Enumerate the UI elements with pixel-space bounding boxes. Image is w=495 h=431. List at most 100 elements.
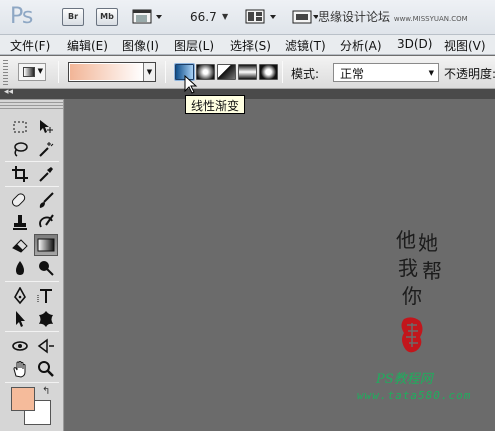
eyedropper-icon xyxy=(39,167,53,182)
tools-divider xyxy=(5,281,59,282)
magnifier-icon xyxy=(38,361,54,377)
type-icon xyxy=(37,289,52,303)
menu-3d[interactable]: 3D(D) xyxy=(397,37,432,51)
shape-icon xyxy=(39,311,53,327)
menu-layer[interactable]: 图层(L) xyxy=(174,37,214,54)
reflected-gradient-button[interactable] xyxy=(238,64,257,80)
eraser-icon xyxy=(12,239,28,253)
spot-healing-tool[interactable] xyxy=(8,189,32,211)
filmstrip-icon xyxy=(132,9,162,24)
red-seal-stamp xyxy=(401,317,423,353)
brush-tool[interactable] xyxy=(34,189,58,211)
gradient-icon xyxy=(37,238,55,252)
menu-select[interactable]: 选择(S) xyxy=(230,37,271,54)
hand-tool[interactable] xyxy=(8,358,32,380)
angle-gradient-button[interactable] xyxy=(217,64,236,80)
foreground-color-swatch[interactable] xyxy=(11,387,35,411)
options-bar: ▼ ▼ 模式: 正常 ▼ 不透明度: xyxy=(0,56,495,89)
blur-tool[interactable] xyxy=(8,257,32,279)
magic-wand-icon xyxy=(39,142,54,157)
menu-filter[interactable]: 滤镜(T) xyxy=(285,37,326,54)
lasso-tool[interactable] xyxy=(8,138,32,160)
tools-panel-grip[interactable] xyxy=(0,99,63,109)
brush-icon xyxy=(39,192,54,208)
3d-orbit-tool[interactable] xyxy=(34,335,58,357)
calligraphy-char: 你 xyxy=(402,284,422,308)
photoshop-logo: Ps xyxy=(10,4,33,29)
site-name-watermark: PS教程网 xyxy=(376,372,433,387)
magic-wand-tool[interactable] xyxy=(34,138,58,160)
screen-mode-button[interactable] xyxy=(292,9,319,25)
clone-stamp-tool[interactable] xyxy=(8,211,32,233)
tools-panel xyxy=(0,99,64,431)
move-tool[interactable] xyxy=(34,116,58,138)
chevron-down-icon: ▼ xyxy=(37,67,43,75)
custom-shape-tool[interactable] xyxy=(34,308,58,330)
tools-divider xyxy=(5,331,59,332)
collapse-panel-icon[interactable]: ◂◂ xyxy=(4,87,13,97)
hand-icon xyxy=(13,361,26,378)
type-tool[interactable] xyxy=(34,285,58,307)
divider xyxy=(58,61,59,83)
menu-view[interactable]: 视图(V) xyxy=(444,37,486,54)
crop-tool[interactable] xyxy=(8,163,32,185)
rectangular-marquee-tool[interactable] xyxy=(8,116,32,138)
calligraphy-char: 她 xyxy=(418,231,438,255)
menu-analysis[interactable]: 分析(A) xyxy=(340,37,382,54)
zoom-tool[interactable] xyxy=(34,358,58,380)
3d-rotate-tool[interactable] xyxy=(8,335,32,357)
swap-colors-icon[interactable]: ↰ xyxy=(42,386,50,397)
divider xyxy=(282,61,283,83)
move-icon xyxy=(40,120,53,133)
site-url-watermark: www.tata580.com xyxy=(357,389,472,402)
arrange-icon xyxy=(245,9,276,24)
gradient-preview[interactable] xyxy=(70,64,143,80)
blend-mode-value: 正常 xyxy=(340,67,365,81)
zoom-dropdown-icon[interactable]: ▼ xyxy=(222,12,228,21)
application-bar: Ps Br Mb 66.7 ▼ 思缘设计论坛 www.MISSYUAN.COM xyxy=(0,0,495,35)
gradient-tool-preset-icon xyxy=(23,67,35,77)
options-bar-grip[interactable] xyxy=(3,60,8,85)
diamond-gradient-button[interactable] xyxy=(259,64,278,80)
history-brush-tool[interactable] xyxy=(34,211,58,233)
mode-label: 模式: xyxy=(291,67,320,81)
lasso-icon xyxy=(14,142,28,157)
tools-divider xyxy=(5,161,59,162)
arrange-documents-button[interactable] xyxy=(245,9,279,25)
tools-divider xyxy=(5,382,59,383)
gradient-dropdown-icon[interactable]: ▼ xyxy=(143,63,155,81)
screen-mode-icon xyxy=(292,10,319,24)
blur-icon xyxy=(16,261,24,275)
menu-edit[interactable]: 编辑(E) xyxy=(67,37,108,54)
eraser-tool[interactable] xyxy=(8,234,32,256)
site-watermark-header: 思缘设计论坛 www.MISSYUAN.COM xyxy=(318,8,468,25)
gradient-tool[interactable] xyxy=(34,234,58,256)
gradient-picker[interactable]: ▼ xyxy=(68,62,156,82)
mouse-cursor-icon xyxy=(184,75,198,94)
tooltip: 线性渐变 xyxy=(185,95,246,114)
crop-icon xyxy=(12,166,28,182)
site-name: 思缘设计论坛 xyxy=(318,10,391,24)
zoom-level[interactable]: 66.7 xyxy=(190,10,217,24)
pen-icon xyxy=(14,287,26,305)
blend-mode-select[interactable]: 正常 ▼ xyxy=(333,63,439,82)
launch-bridge-button[interactable]: Br xyxy=(62,8,84,26)
eyedropper-tool[interactable] xyxy=(34,163,58,185)
3d-orbit-icon xyxy=(37,338,54,354)
3d-rotate-icon xyxy=(12,341,28,351)
pen-tool[interactable] xyxy=(8,285,32,307)
menu-file[interactable]: 文件(F) xyxy=(10,37,50,54)
menu-bar: 文件(F) 编辑(E) 图像(I) 图层(L) 选择(S) 滤镜(T) 分析(A… xyxy=(0,35,495,55)
tools-divider xyxy=(5,186,59,187)
path-select-icon xyxy=(16,311,25,327)
dodge-tool[interactable] xyxy=(34,257,58,279)
view-extras-button[interactable] xyxy=(132,9,164,25)
calligraphy-watermark: 他 她 我 帮 你 xyxy=(396,228,442,309)
tool-preset-picker[interactable]: ▼ xyxy=(18,63,46,81)
radial-gradient-button[interactable] xyxy=(196,64,215,80)
menu-image[interactable]: 图像(I) xyxy=(122,37,159,54)
divider xyxy=(165,61,166,83)
dodge-icon xyxy=(39,261,54,276)
path-selection-tool[interactable] xyxy=(8,308,32,330)
launch-minibridge-button[interactable]: Mb xyxy=(96,8,118,26)
